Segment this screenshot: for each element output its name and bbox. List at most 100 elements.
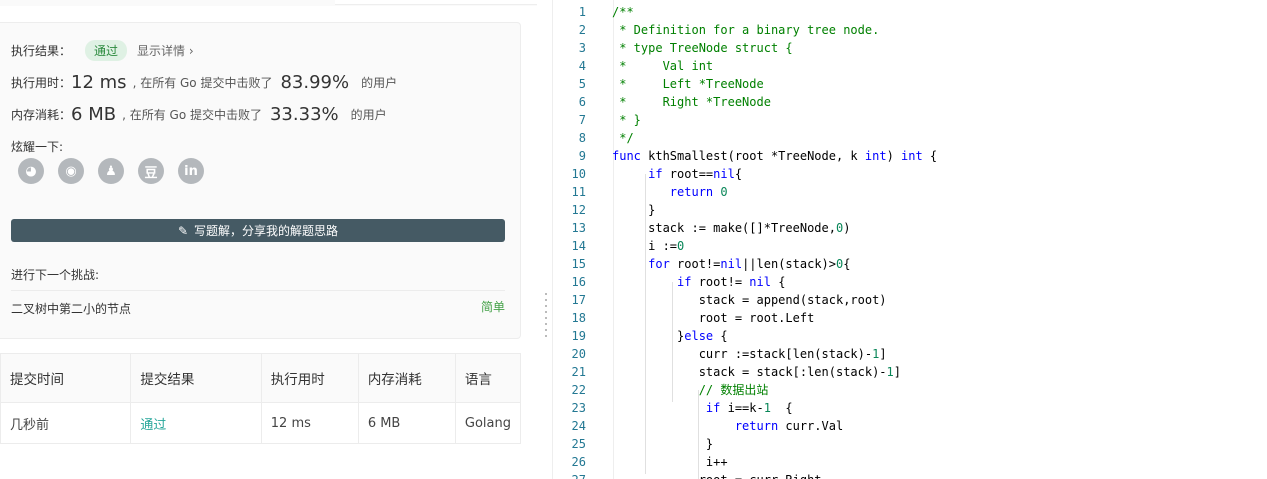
douban-icon[interactable]: 豆 [138,158,164,184]
status-badge: 通过 [85,40,128,61]
code-line[interactable]: 7 * } [553,111,1267,129]
table-header-row: 提交时间 提交结果 执行用时 内存消耗 语言 [0,353,522,403]
line-number: 18 [571,311,586,325]
write-solution-label: 写题解，分享我的解题思路 [194,224,339,238]
code-editor[interactable]: 1 /** 2 * Definition for a binary tree nod… [553,0,1267,479]
code-line[interactable]: 23 if i==k-1 { [553,399,1267,417]
panel-splitter[interactable] [541,0,553,479]
code-line[interactable]: 8 */ [553,129,1267,147]
qq-icon[interactable]: ♟ [98,158,124,184]
code-token: root = root.Left [612,311,815,325]
line-number: 2 [578,23,586,37]
code-token: root = curr.Right [612,473,822,479]
code-line[interactable]: 3 * type TreeNode struct { [553,39,1267,57]
code-line[interactable]: 13 stack := make([]*TreeNode,0) [553,219,1267,237]
code-token: func [612,149,641,163]
code-text: if root!= nil { [612,273,785,291]
runtime-percent: 83.99% [280,72,350,93]
code-token: nil [713,167,735,181]
indent-guide [645,174,646,474]
code-token: else [684,329,714,343]
cell-submit-result[interactable]: 通过 [130,402,262,444]
code-line[interactable]: 20 curr :=stack[len(stack)-1] [553,345,1267,363]
code-text: func kthSmallest(root *TreeNode, k int) … [612,147,937,165]
code-line[interactable]: 18 root = root.Left [553,309,1267,327]
code-token: { [713,329,728,343]
line-number: 17 [571,293,586,307]
memory-value: 6 MB [71,104,117,125]
code-token: return [734,419,779,433]
code-line[interactable]: 11 return 0 [553,183,1267,201]
line-number: 5 [578,77,586,91]
code-token: root!= [691,275,750,289]
show-details-link[interactable]: 显示详情 › [137,42,194,59]
code-line[interactable]: 24 return curr.Val [553,417,1267,435]
memory-beat-text: , 在所有 Go 提交中击败了 [122,108,262,122]
code-line[interactable]: 4 * Val int [553,57,1267,75]
code-token: // 数据出站 [612,383,769,397]
code-token: root== [662,167,714,181]
code-line[interactable]: 6 * Right *TreeNode [553,93,1267,111]
line-number: 14 [571,239,586,253]
tab-strip [0,0,537,6]
code-text: // 数据出站 [612,381,769,399]
code-token: * } [612,113,641,127]
code-token: 1 [886,365,894,379]
code-line[interactable]: 5 * Left *TreeNode [553,75,1267,93]
code-text: if root==nil{ [612,165,742,183]
code-line[interactable]: 22 // 数据出站 [553,381,1267,399]
weibo-icon[interactable]: ◉ [58,158,84,184]
share-icons: ◕ ◉ ♟ 豆 in [18,158,218,184]
result-panel: 执行结果： 通过 显示详情 › 执行用时： 12 ms , 在所有 Go 提交中… [0,0,537,479]
code-token: 1 [763,401,771,415]
code-line[interactable]: 15 for root!=nil||len(stack)>0{ [553,255,1267,273]
code-text: return 0 [612,183,728,201]
code-line[interactable]: 2 * Definition for a binary tree node. [553,21,1267,39]
write-solution-button[interactable]: ✎ 写题解，分享我的解题思路 [11,219,505,242]
line-number: 10 [571,167,586,181]
code-line[interactable]: 17 stack = append(stack,root) [553,291,1267,309]
line-number: 8 [578,131,586,145]
line-number: 20 [571,347,586,361]
runtime-suffix: 的用户 [361,76,398,90]
memory-label: 内存消耗： [11,108,72,122]
cell-language: Golang [454,402,522,444]
code-text: curr :=stack[len(stack)-1] [612,345,887,363]
code-token: curr.Val [778,419,844,433]
code-token: stack = append(stack,root) [612,293,887,307]
code-line[interactable]: 21 stack = stack[:len(stack)-1] [553,363,1267,381]
code-line[interactable]: 19 }else { [553,327,1267,345]
code-line[interactable]: 9 func kthSmallest(root *TreeNode, k int)… [553,147,1267,165]
code-line[interactable]: 16 if root!= nil { [553,273,1267,291]
code-text: }else { [612,327,728,345]
next-problem-link[interactable]: 二叉树中第二小的节点 [11,300,131,317]
code-text: stack = stack[:len(stack)-1] [612,363,901,381]
active-tab-indicator[interactable] [335,0,537,5]
code-line[interactable]: 10 if root==nil{ [553,165,1267,183]
code-line[interactable]: 26 i++ [553,453,1267,471]
code-line[interactable]: 12 } [553,201,1267,219]
linkedin-icon[interactable]: in [178,158,204,184]
drag-handle-icon[interactable] [545,293,547,339]
code-token: } [612,203,656,217]
share-label: 炫耀一下: [11,140,64,154]
wechat-icon[interactable]: ◕ [18,158,44,184]
code-token: ] [879,347,887,361]
code-token: ) [886,149,902,163]
code-token: ] [893,365,902,379]
code-line[interactable]: 25 } [553,435,1267,453]
line-number: 1 [578,5,586,19]
code-token: { [922,149,938,163]
code-line[interactable]: 1 /** [553,3,1267,21]
code-text: * Definition for a binary tree node. [612,21,879,39]
code-text: i :=0 [612,237,684,255]
code-line[interactable]: 14 i :=0 [553,237,1267,255]
line-number: 22 [571,383,586,397]
code-text: i++ [612,453,728,471]
runtime-row: 执行用时： 12 ms , 在所有 Go 提交中击败了 83.99% 的用户 [11,72,397,93]
code-line[interactable]: 27 root = curr.Right [553,471,1267,479]
header-submit-time: 提交时间 [0,353,132,403]
